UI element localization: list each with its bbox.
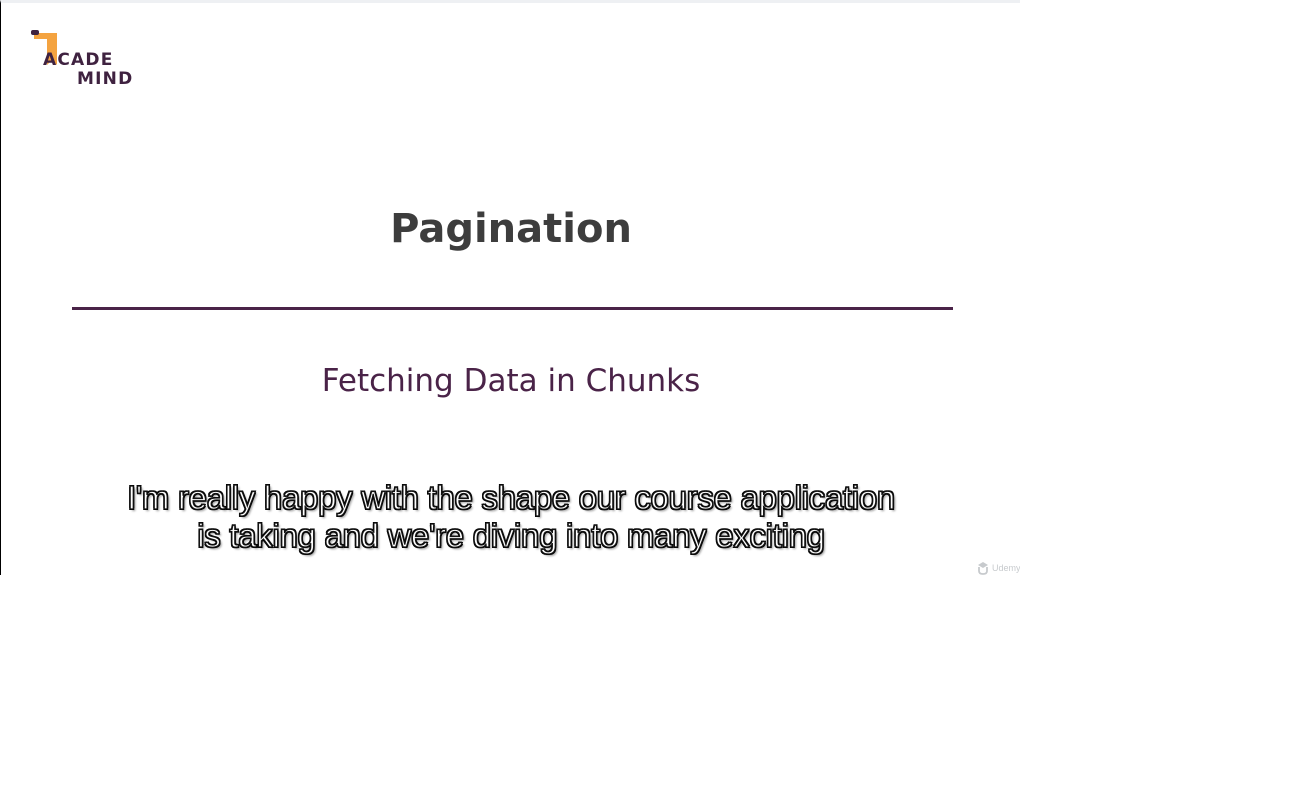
- slide-subtitle: Fetching Data in Chunks: [321, 363, 701, 399]
- logo-text-line1: ACADE: [43, 50, 114, 70]
- academind-logo: ACADE MIND: [31, 29, 141, 91]
- caption-line: is taking and we're diving into many exc…: [197, 516, 826, 554]
- slide-title: Pagination: [390, 206, 632, 252]
- captions-overlay: I'm really happy with the shape our cour…: [1, 478, 1020, 555]
- watermark-text: Udemy: [992, 563, 1020, 573]
- video-player[interactable]: ACADE MIND Pagination Fetching Data in C…: [0, 0, 1020, 575]
- udemy-logo-icon: [978, 562, 988, 575]
- caption-line: I'm really happy with the shape our cour…: [126, 478, 895, 516]
- udemy-watermark: Udemy: [976, 560, 1020, 575]
- slide-divider: [72, 307, 953, 310]
- logo-text-line2: MIND: [77, 69, 134, 89]
